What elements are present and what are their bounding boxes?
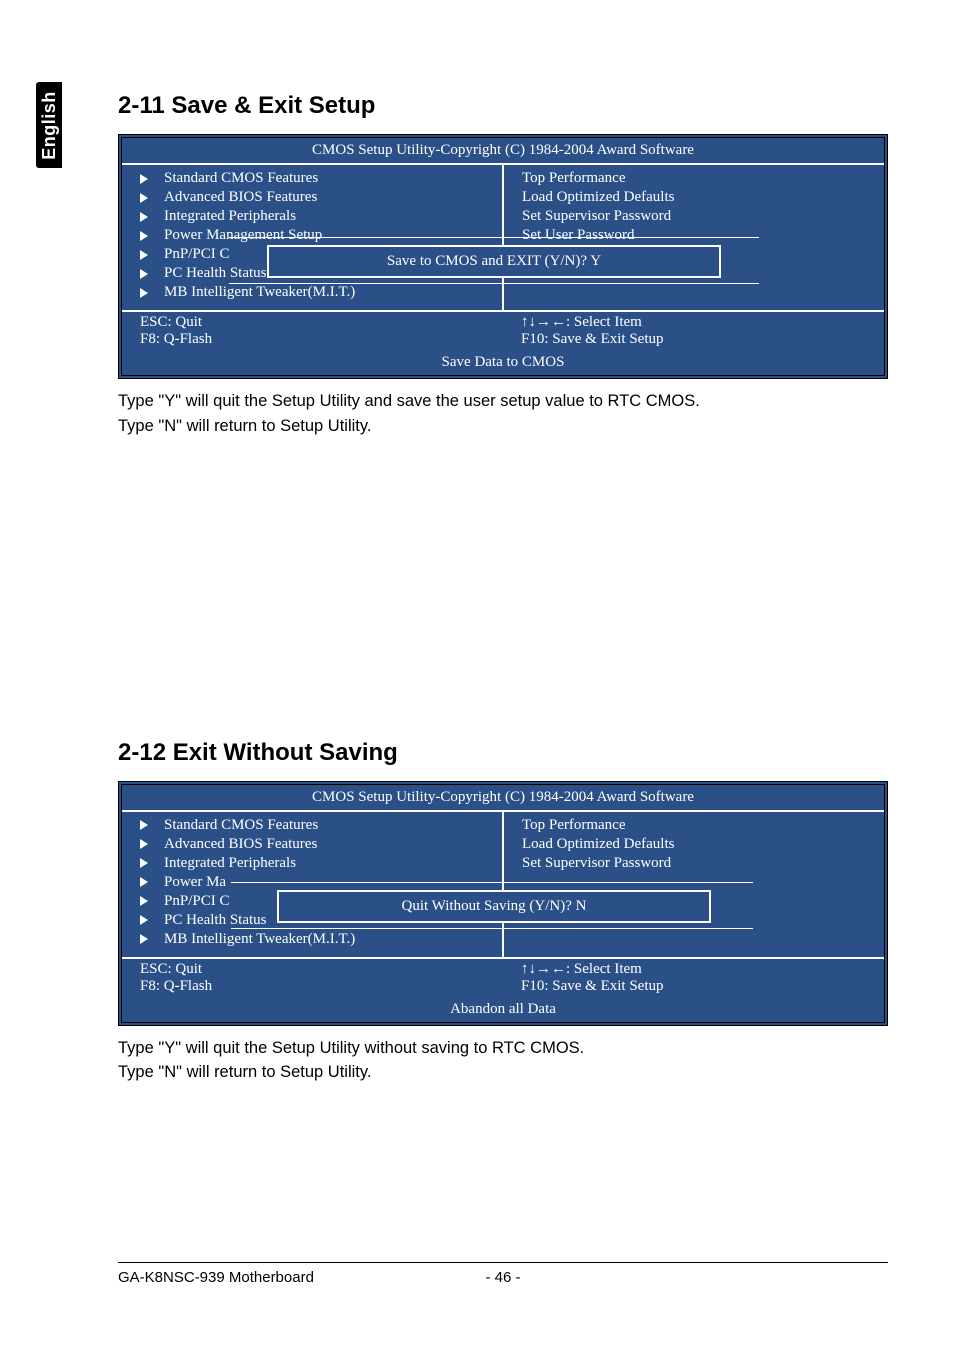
section-exit-without-saving: 2-12 Exit Without Saving CMOS Setup Util… [118, 739, 888, 1086]
instruction-text: Type "Y" will quit the Setup Utility wit… [118, 1036, 888, 1061]
triangle-icon [140, 174, 148, 184]
strike-line [229, 237, 759, 238]
instruction-text: Type "N" will return to Setup Utility. [118, 1060, 888, 1085]
menu-item[interactable]: Set Supervisor Password [522, 207, 866, 226]
strike-line [229, 283, 759, 284]
triangle-icon [140, 858, 148, 868]
language-tab-label: English [39, 91, 60, 160]
triangle-icon [140, 250, 148, 260]
menu-label: PnP/PCI C [164, 893, 229, 910]
confirm-dialog-nosave[interactable]: Quit Without Saving (Y/N)? N [277, 890, 711, 923]
key-f8: F8: Q-Flash [140, 978, 485, 995]
key-arrows: ↑↓→←: Select Item [521, 314, 866, 331]
menu-item[interactable]: Set Supervisor Password [522, 854, 866, 873]
footer-page-number: - 46 - [485, 1269, 520, 1286]
menu-item[interactable]: Top Performance [522, 169, 866, 188]
menu-label: Load Optimized Defaults [522, 189, 674, 206]
menu-item[interactable]: Advanced BIOS Features [140, 188, 484, 207]
menu-item[interactable]: Load Optimized Defaults [522, 188, 866, 207]
key-esc: ESC: Quit [140, 961, 485, 978]
menu-label: Power Ma [164, 874, 226, 891]
menu-spacer [522, 276, 866, 295]
section-heading-save-exit: 2-11 Save & Exit Setup [118, 92, 888, 120]
footer-right: ↑↓→←: Select Item F10: Save & Exit Setup [503, 959, 884, 997]
triangle-icon [140, 288, 148, 298]
menu-label: Top Performance [522, 170, 626, 187]
menu-label: Set Supervisor Password [522, 855, 671, 872]
menu-label: Advanced BIOS Features [164, 836, 317, 853]
menu-item[interactable]: Set User Password [522, 226, 866, 245]
menu-item[interactable]: Integrated Peripherals [140, 854, 484, 873]
key-f10: F10: Save & Exit Setup [521, 331, 866, 348]
menu-item[interactable]: Top Performance [522, 816, 866, 835]
footer-product: GA-K8NSC-939 Motherboard [118, 1269, 314, 1286]
menu-label: Top Performance [522, 817, 626, 834]
bios-title: CMOS Setup Utility-Copyright (C) 1984-20… [122, 785, 884, 812]
menu-item[interactable]: Power Management Setup [140, 226, 484, 245]
menu-label: MB Intelligent Tweaker(M.I.T.) [164, 931, 355, 948]
triangle-icon [140, 212, 148, 222]
menu-item[interactable]: Advanced BIOS Features [140, 835, 484, 854]
triangle-icon [140, 896, 148, 906]
key-arrows: ↑↓→←: Select Item [521, 961, 866, 978]
strike-line [231, 882, 753, 883]
triangle-icon [140, 839, 148, 849]
bios-footer-keys: ESC: Quit F8: Q-Flash ↑↓→←: Select Item … [122, 310, 884, 350]
menu-item[interactable]: MB Intelligent Tweaker(M.I.T.) [140, 930, 484, 949]
confirm-dialog-save[interactable]: Save to CMOS and EXIT (Y/N)? Y [267, 245, 721, 278]
key-f10: F10: Save & Exit Setup [521, 978, 866, 995]
bios-footer-hint: Save Data to CMOS [122, 350, 884, 375]
bios-left-column: Standard CMOS Features Advanced BIOS Fea… [122, 812, 504, 957]
menu-item[interactable]: Standard CMOS Features [140, 816, 484, 835]
triangle-icon [140, 934, 148, 944]
page-footer: GA-K8NSC-939 Motherboard - 46 - [118, 1262, 888, 1286]
menu-label: Set Supervisor Password [522, 208, 671, 225]
triangle-icon [140, 820, 148, 830]
triangle-icon [140, 231, 148, 241]
bios-title: CMOS Setup Utility-Copyright (C) 1984-20… [122, 138, 884, 165]
triangle-icon [140, 269, 148, 279]
footer-left: ESC: Quit F8: Q-Flash [122, 312, 503, 350]
key-esc: ESC: Quit [140, 314, 485, 331]
triangle-icon [140, 877, 148, 887]
menu-label: MB Intelligent Tweaker(M.I.T.) [164, 284, 355, 301]
menu-label: PnP/PCI C [164, 246, 229, 263]
menu-label: Standard CMOS Features [164, 170, 318, 187]
menu-item[interactable]: Integrated Peripherals [140, 207, 484, 226]
menu-label: Integrated Peripherals [164, 208, 296, 225]
footer-right: ↑↓→←: Select Item F10: Save & Exit Setup [503, 312, 884, 350]
language-tab: English [36, 82, 62, 168]
bios-right-column: Top Performance Load Optimized Defaults … [504, 812, 884, 957]
instruction-text: Type "Y" will quit the Setup Utility and… [118, 389, 888, 414]
triangle-icon [140, 915, 148, 925]
menu-label: Set User Password [522, 227, 635, 244]
footer-spacer [884, 1269, 888, 1286]
footer-left: ESC: Quit F8: Q-Flash [122, 959, 503, 997]
triangle-icon [140, 193, 148, 203]
menu-item[interactable]: Standard CMOS Features [140, 169, 484, 188]
key-f8: F8: Q-Flash [140, 331, 485, 348]
menu-label: Integrated Peripherals [164, 855, 296, 872]
bios-screen-nosave: CMOS Setup Utility-Copyright (C) 1984-20… [118, 781, 888, 1026]
section-heading-exit-nosave: 2-12 Exit Without Saving [118, 739, 888, 767]
instruction-text: Type "N" will return to Setup Utility. [118, 414, 888, 439]
menu-label: PC Health Status [164, 912, 267, 929]
bios-footer-keys: ESC: Quit F8: Q-Flash ↑↓→←: Select Item … [122, 957, 884, 997]
menu-spacer [522, 923, 866, 942]
bios-screen-save: CMOS Setup Utility-Copyright (C) 1984-20… [118, 134, 888, 379]
menu-label: Standard CMOS Features [164, 817, 318, 834]
menu-label: PC Health Status [164, 265, 267, 282]
menu-item[interactable]: Load Optimized Defaults [522, 835, 866, 854]
menu-label: Load Optimized Defaults [522, 836, 674, 853]
strike-line [231, 928, 753, 929]
menu-label: Power Management Setup [164, 227, 322, 244]
menu-item[interactable]: MB Intelligent Tweaker(M.I.T.) [140, 283, 484, 302]
page-content: 2-11 Save & Exit Setup CMOS Setup Utilit… [118, 92, 888, 1085]
menu-label: Advanced BIOS Features [164, 189, 317, 206]
bios-footer-hint: Abandon all Data [122, 997, 884, 1022]
bios-menu-grid: Standard CMOS Features Advanced BIOS Fea… [122, 812, 884, 957]
